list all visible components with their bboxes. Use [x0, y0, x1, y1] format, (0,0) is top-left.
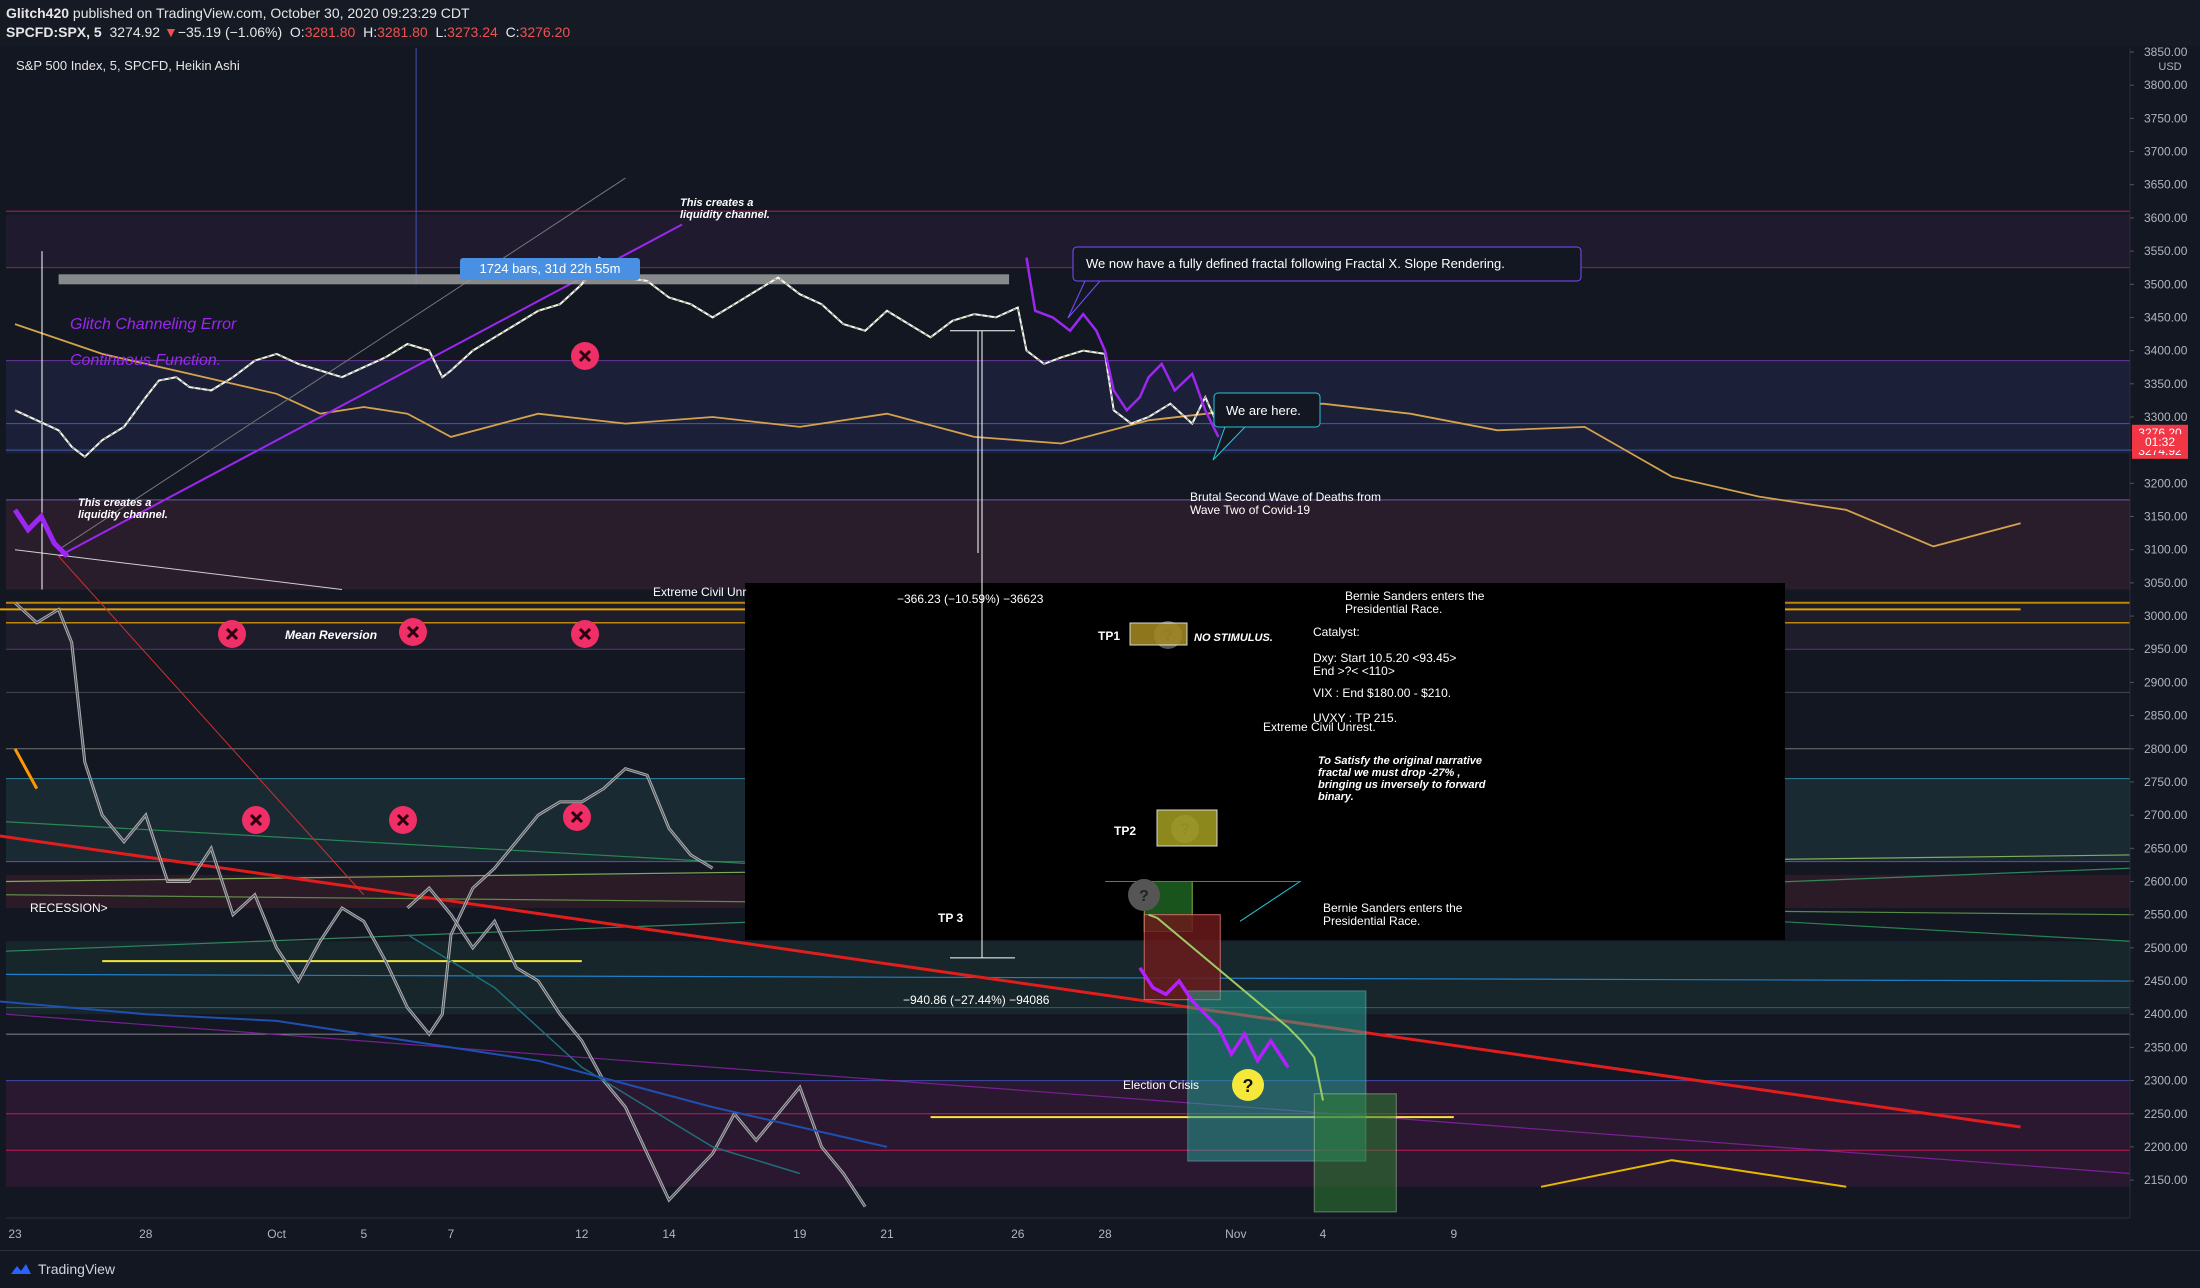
y-tick-label-11: 3300.00: [2144, 410, 2188, 424]
x-tick-label-13: 9: [1450, 1227, 1457, 1241]
y-tick-label-7: 3500.00: [2144, 277, 2188, 291]
y-tick-label-4: 3650.00: [2144, 178, 2188, 192]
x-tick-label-11: Nov: [1225, 1227, 1246, 1241]
no-stimulus-text: NO STIMULUS.: [1194, 632, 1273, 644]
extreme-unrest-cut-text: Extreme Civil Unr: [653, 585, 746, 599]
price-badge-2: 01:32: [2145, 435, 2175, 449]
tp2-box: [1156, 809, 1218, 847]
vix-text: VIX : End $180.00 - $210.: [1313, 686, 1451, 700]
mean-reversion-text: Mean Reversion: [285, 628, 377, 642]
y-tick-label-0: 3850.00: [2144, 45, 2188, 59]
y-tick-label-6: 3550.00: [2144, 244, 2188, 258]
x-tick-label-1: 28: [139, 1227, 153, 1241]
x-tick-label-10: 28: [1098, 1227, 1112, 1241]
y-tick-label-26: 2550.00: [2144, 908, 2188, 922]
x-tick-label-12: 4: [1320, 1227, 1327, 1241]
footer-bar: TradingView: [0, 1250, 2200, 1288]
y-tick-label-32: 2250.00: [2144, 1107, 2188, 1121]
fractal-callout-text: We now have a fully defined fractal foll…: [1086, 256, 1505, 271]
y-tick-label-5: 3600.00: [2144, 211, 2188, 225]
x-tick-label-6: 14: [662, 1227, 676, 1241]
measure-bottom-text: −940.86 (−27.44%) −94086: [903, 993, 1050, 1007]
y-tick-label-2: 3750.00: [2144, 111, 2188, 125]
catalyst-text: Catalyst:: [1313, 625, 1360, 639]
liquidity-text-top: This creates a liquidity channel.: [680, 197, 770, 221]
tradingview-logo[interactable]: TradingView: [10, 1261, 115, 1277]
x-tick-label-2: Oct: [267, 1227, 286, 1241]
x-tick-label-4: 7: [448, 1227, 455, 1241]
tp1-box: [1129, 622, 1188, 646]
chart-title: S&P 500 Index, 5, SPCFD, Heikin Ashi: [16, 58, 240, 73]
x-tick-label-0: 23: [8, 1227, 22, 1241]
y-tick-label-3: 3700.00: [2144, 145, 2188, 159]
question-text-2: ?: [1139, 888, 1149, 905]
y-tick-label-16: 3050.00: [2144, 576, 2188, 590]
y-tick-label-10: 3350.00: [2144, 377, 2188, 391]
y-tick-label-33: 2200.00: [2144, 1140, 2188, 1154]
y-tick-label-17: 3000.00: [2144, 609, 2188, 623]
x-tick-label-9: 26: [1011, 1227, 1025, 1241]
tradingview-icon: [11, 1264, 31, 1274]
band-2: [6, 499, 2130, 590]
y-tick-label-13: 3200.00: [2144, 476, 2188, 490]
y-tick-label-30: 2350.00: [2144, 1040, 2188, 1054]
y-tick-label-19: 2900.00: [2144, 675, 2188, 689]
question-text-election: ?: [1243, 1076, 1254, 1096]
x-tick-label-8: 21: [880, 1227, 894, 1241]
y-tick-label-9: 3400.00: [2144, 344, 2188, 358]
y-tick-label-14: 3150.00: [2144, 510, 2188, 524]
y-tick-label-34: 2150.00: [2144, 1173, 2188, 1187]
y-tick-label-24: 2650.00: [2144, 841, 2188, 855]
x-tick-label-5: 12: [575, 1227, 589, 1241]
price-chart[interactable]: USD 3850.00 3800.00 3750.00 3700.00 3650.00 36…: [0, 0, 2200, 1250]
currency-label: USD: [2158, 61, 2181, 73]
recession-text: RECESSION>: [30, 901, 108, 915]
tp2-label: TP2: [1114, 824, 1136, 838]
y-tick-label-28: 2450.00: [2144, 974, 2188, 988]
y-tick-label-21: 2800.00: [2144, 742, 2188, 756]
x-tick-label-3: 5: [360, 1227, 367, 1241]
election-crisis-text: Election Crisis: [1123, 1078, 1199, 1092]
y-tick-label-20: 2850.00: [2144, 709, 2188, 723]
y-tick-label-29: 2400.00: [2144, 1007, 2188, 1021]
y-tick-label-27: 2500.00: [2144, 941, 2188, 955]
y-tick-label-15: 3100.00: [2144, 543, 2188, 557]
fractal-callout-tail: [1067, 280, 1102, 319]
y-tick-label-31: 2300.00: [2144, 1074, 2188, 1088]
extreme-unrest-text: Extreme Civil Unrest.: [1263, 720, 1376, 734]
tp1-label: TP1: [1098, 629, 1120, 643]
brand-name: TradingView: [38, 1261, 116, 1277]
x-tick-label-7: 19: [793, 1227, 807, 1241]
measure-top-text: −366.23 (−10.59%) −36623: [897, 592, 1044, 606]
y-tick-label-1: 3800.00: [2144, 78, 2188, 92]
tp3-label: TP 3: [938, 911, 963, 925]
y-tick-label-18: 2950.00: [2144, 642, 2188, 656]
band-1: [6, 360, 2130, 454]
y-tick-label-22: 2750.00: [2144, 775, 2188, 789]
glitch-channeling-text: Glitch Channeling Error: [70, 316, 237, 333]
band-0: [6, 214, 2130, 268]
we-are-here-text: We are here.: [1226, 403, 1301, 418]
bars-badge: 1724 bars, 31d 22h 55m: [480, 261, 621, 276]
target-box-green-bottom: [1313, 1093, 1397, 1213]
y-tick-label-25: 2600.00: [2144, 875, 2188, 889]
continuous-function-text: Continuous Function.: [70, 352, 221, 369]
y-tick-label-8: 3450.00: [2144, 310, 2188, 324]
y-tick-label-23: 2700.00: [2144, 808, 2188, 822]
